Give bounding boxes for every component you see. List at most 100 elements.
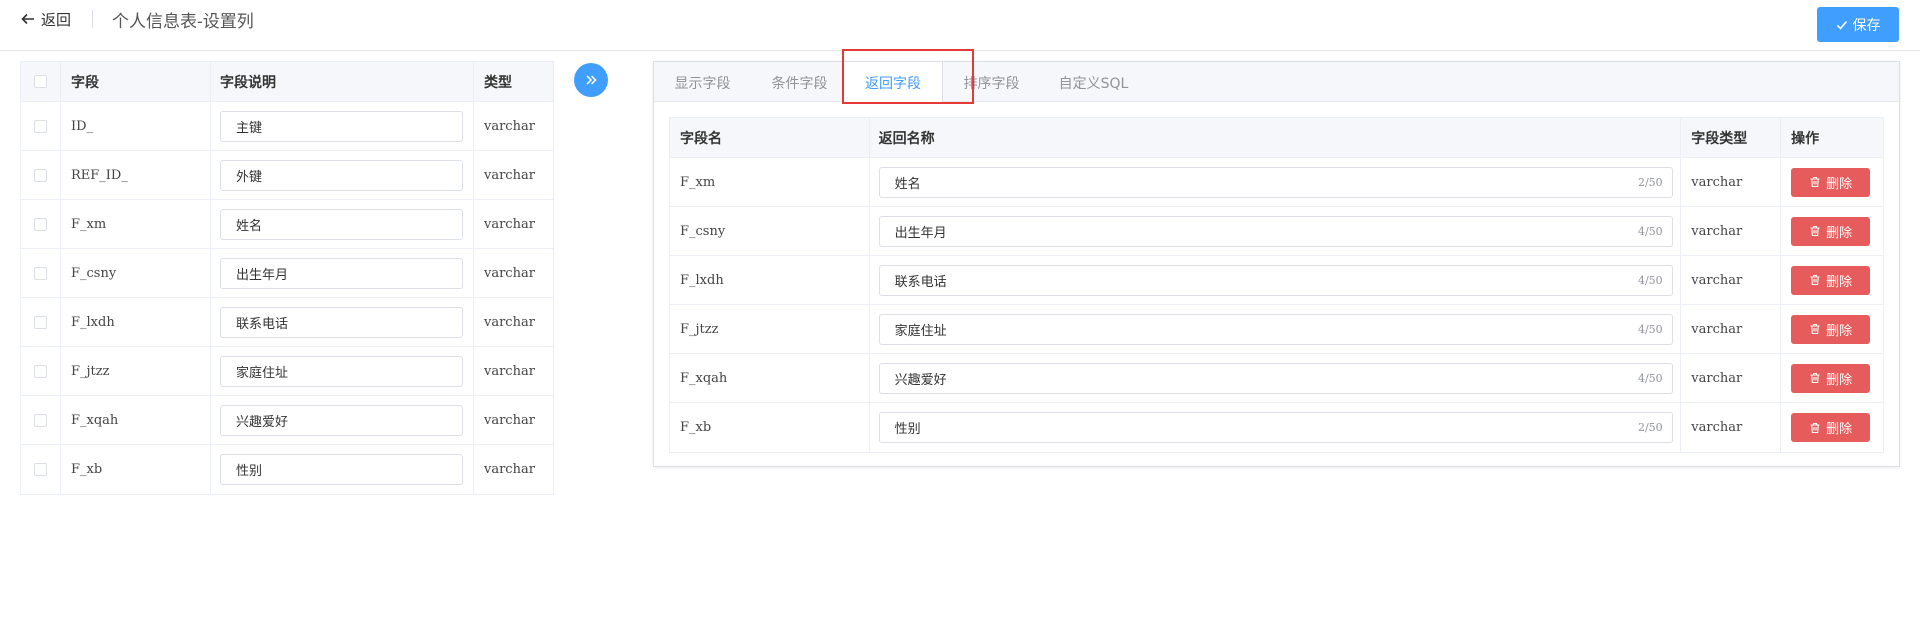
return-name-cell: 出生年月 4/50 (870, 207, 1682, 255)
field-desc-input[interactable]: 性别 (220, 454, 463, 485)
return-name-input[interactable]: 兴趣爱好 4/50 (878, 362, 1673, 394)
table-row: F_xm 姓名 2/50 varchar 删除 (670, 158, 1883, 207)
delete-label: 删除 (1826, 323, 1853, 339)
header-field-name: 字段名 (670, 118, 870, 157)
field-name: F_xb (61, 445, 211, 494)
delete-button[interactable]: 删除 (1791, 216, 1871, 246)
tab-condition-fields[interactable]: 条件字段 (751, 62, 848, 103)
desc-cell: 姓名 (211, 200, 474, 248)
field-desc-input[interactable]: 出生年月 (220, 257, 463, 289)
header-type: 类型 (484, 74, 512, 91)
table-row: F_lxdh 联系电话 varchar (21, 298, 553, 347)
delete-button[interactable]: 删除 (1791, 314, 1871, 344)
header-desc: 字段说明 (211, 62, 474, 101)
row-checkbox[interactable] (34, 119, 47, 133)
char-count: 4/50 (1637, 322, 1663, 336)
row-checkbox[interactable] (34, 315, 47, 329)
row-checkbox[interactable] (34, 168, 47, 182)
field-name: F_csny (670, 207, 870, 255)
row-check-cell (21, 151, 61, 199)
field-desc-input[interactable]: 外键 (220, 159, 463, 191)
row-checkbox[interactable] (34, 364, 47, 378)
table-row: ID_ 主键 varchar (21, 102, 553, 151)
table-row: F_jtzz 家庭住址 varchar (21, 347, 553, 396)
field-name: ID_ (61, 102, 211, 150)
field-desc-input[interactable]: 主键 (220, 110, 463, 142)
config-panel: 显示字段 条件字段 返回字段 排序字段 自定义SQL 字段名 返回名称 字段类型… (653, 61, 1900, 467)
select-all-checkbox[interactable] (34, 75, 47, 88)
tab-return-fields[interactable]: 返回字段 (843, 62, 943, 103)
return-name-value: 联系电话 (894, 274, 947, 290)
return-name-cell: 兴趣爱好 4/50 (870, 354, 1682, 402)
page-title: 个人信息表-设置列 (112, 12, 254, 32)
return-name-value: 出生年月 (894, 225, 947, 241)
field-type: varchar (1681, 305, 1782, 353)
header-return-name: 返回名称 (870, 118, 1682, 157)
field-type: varchar (1681, 403, 1782, 452)
field-name: F_jtzz (61, 347, 211, 395)
delete-button[interactable]: 删除 (1791, 265, 1871, 295)
char-count: 2/50 (1637, 421, 1663, 434)
field-desc-input[interactable]: 兴趣爱好 (220, 404, 463, 436)
back-button[interactable]: 返回 (21, 8, 71, 30)
field-table: 字段 字段说明 类型 ID_ 主键 varchar REF_ID_ 外键 var… (20, 61, 554, 495)
row-check-cell (21, 396, 61, 444)
field-desc-input[interactable]: 联系电话 (220, 306, 463, 338)
field-type: varchar (1681, 207, 1782, 255)
trash-icon (1810, 422, 1820, 433)
row-checkbox[interactable] (34, 217, 47, 231)
tabs-bar: 显示字段 条件字段 返回字段 排序字段 自定义SQL (654, 62, 1899, 103)
desc-cell: 主键 (211, 102, 474, 150)
desc-cell: 家庭住址 (211, 347, 474, 395)
operation-cell: 删除 (1781, 207, 1883, 255)
table-row: REF_ID_ 外键 varchar (21, 151, 553, 200)
char-count: 4/50 (1637, 273, 1663, 287)
row-check-cell (21, 102, 61, 150)
char-count: 4/50 (1637, 224, 1663, 238)
row-checkbox[interactable] (34, 413, 47, 427)
return-name-cell: 联系电话 4/50 (870, 256, 1682, 304)
save-button[interactable]: 保存 (1817, 7, 1899, 42)
delete-label: 删除 (1826, 422, 1853, 437)
transfer-button[interactable] (574, 63, 608, 97)
field-name: F_jtzz (670, 305, 870, 353)
tab-custom-sql[interactable]: 自定义SQL (1040, 62, 1147, 103)
return-name-cell: 家庭住址 4/50 (870, 305, 1682, 353)
field-type: varchar (484, 412, 535, 428)
return-name-input[interactable]: 性别 2/50 (878, 412, 1673, 443)
table-row: F_xb 性别 2/50 varchar 删除 (670, 403, 1883, 452)
return-name-value: 姓名 (894, 176, 921, 192)
field-type: varchar (1681, 354, 1782, 402)
table-row: F_xm 姓名 varchar (21, 200, 553, 249)
row-checkbox[interactable] (34, 463, 47, 476)
delete-button[interactable]: 删除 (1791, 167, 1871, 197)
field-name: F_lxdh (670, 256, 870, 304)
row-checkbox[interactable] (34, 266, 47, 280)
tab-sort-fields[interactable]: 排序字段 (943, 62, 1040, 103)
operation-cell: 删除 (1781, 256, 1883, 304)
field-type: varchar (484, 363, 535, 379)
field-desc-input[interactable]: 姓名 (220, 208, 463, 240)
desc-cell: 性别 (211, 445, 474, 494)
return-name-input[interactable]: 联系电话 4/50 (878, 264, 1673, 296)
delete-button[interactable]: 删除 (1791, 363, 1871, 393)
field-desc-input[interactable]: 家庭住址 (220, 355, 463, 387)
return-name-input[interactable]: 家庭住址 4/50 (878, 313, 1673, 345)
delete-button[interactable]: 删除 (1791, 413, 1871, 442)
operation-cell: 删除 (1781, 354, 1883, 402)
field-type: varchar (484, 314, 535, 330)
operation-cell: 删除 (1781, 403, 1883, 452)
return-name-input[interactable]: 出生年月 4/50 (878, 215, 1673, 247)
field-type: varchar (484, 167, 535, 183)
table-row: F_jtzz 家庭住址 4/50 varchar 删除 (670, 305, 1883, 354)
return-name-input[interactable]: 姓名 2/50 (878, 166, 1673, 198)
desc-cell: 出生年月 (211, 249, 474, 297)
table-row: F_csny 出生年月 varchar (21, 249, 553, 298)
field-name: F_xb (670, 403, 870, 452)
table-row: F_xqah 兴趣爱好 varchar (21, 396, 553, 445)
tab-display-fields[interactable]: 显示字段 (654, 62, 751, 103)
row-check-cell (21, 249, 61, 297)
delete-label: 删除 (1826, 225, 1853, 241)
table-row: F_xb 性别 varchar (21, 445, 553, 494)
field-name: F_xqah (61, 396, 211, 444)
